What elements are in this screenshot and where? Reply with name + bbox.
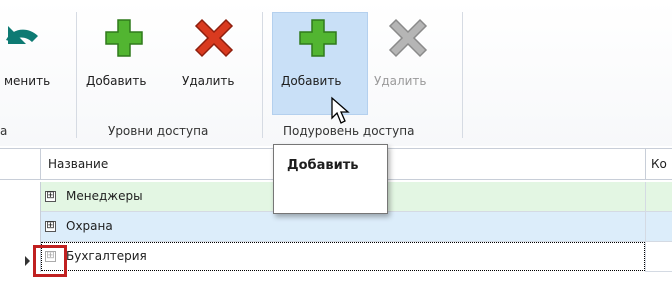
group-separator <box>462 12 463 138</box>
row-indicator[interactable] <box>0 182 41 212</box>
row-name: Охрана <box>66 219 113 233</box>
row-name: Бухгалтерия <box>66 249 147 263</box>
next-cell[interactable] <box>645 212 672 242</box>
current-row-arrow-icon <box>25 256 30 266</box>
table-row[interactable]: ⊞ Охрана <box>0 212 672 242</box>
column-divider[interactable] <box>645 149 646 179</box>
row-indicator-header <box>0 149 41 179</box>
tooltip-title: Добавить <box>287 158 359 173</box>
row-indicator[interactable] <box>0 212 41 242</box>
column-header-name[interactable]: Название <box>48 157 108 171</box>
next-cell[interactable] <box>645 182 672 212</box>
group-caption-sublevel: Подуровень доступа <box>283 124 415 138</box>
red-x-icon <box>194 18 234 58</box>
next-cell[interactable] <box>645 242 672 272</box>
undo-arrow-icon <box>6 26 38 44</box>
delete-sublevel-label: Удалить <box>374 74 427 88</box>
name-cell[interactable] <box>41 212 645 242</box>
column-header-next[interactable]: Ко <box>651 157 667 171</box>
mouse-cursor-icon <box>331 96 350 124</box>
group-caption-access-levels: Уровни доступа <box>108 124 209 138</box>
group-separator <box>76 12 77 138</box>
group-separator <box>262 12 263 138</box>
delete-level-label: Удалить <box>182 74 235 88</box>
green-plus-icon <box>299 19 337 57</box>
gray-x-icon <box>388 18 428 58</box>
table-row-selected[interactable]: ⊞ Бухгалтерия <box>0 242 672 272</box>
expand-plus-icon[interactable]: ⊞ <box>45 191 56 202</box>
green-plus-icon <box>105 19 143 57</box>
expand-plus-icon[interactable]: ⊞ <box>45 221 56 232</box>
highlight-box <box>33 245 67 277</box>
group-caption-cut: а <box>0 124 8 138</box>
change-button-label: менить <box>4 74 51 88</box>
row-name: Менеджеры <box>66 189 143 203</box>
tooltip: Добавить <box>273 144 388 214</box>
add-sublevel-label: Добавить <box>281 74 342 88</box>
add-level-label: Добавить <box>86 74 147 88</box>
